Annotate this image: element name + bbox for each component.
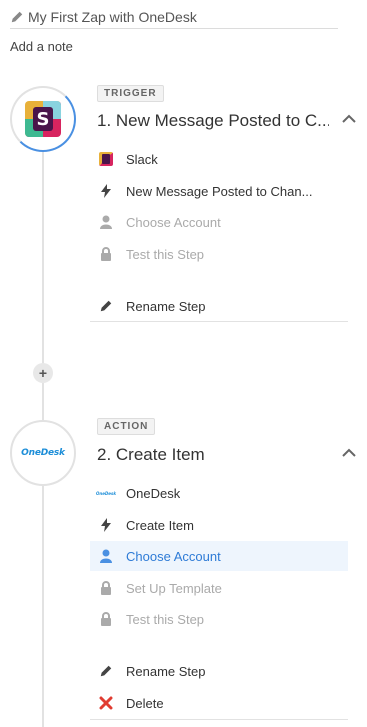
action-item-template[interactable]: Set Up Template <box>90 573 348 603</box>
divider <box>90 321 348 322</box>
trigger-step-title[interactable]: 1. New Message Posted to C... <box>97 111 329 131</box>
zap-title-field[interactable]: My First Zap with OneDesk <box>10 6 338 29</box>
action-item-account[interactable]: Choose Account <box>90 541 348 571</box>
lock-icon <box>98 580 114 596</box>
slack-icon: S <box>25 101 61 137</box>
action-app-circle[interactable]: OneDesk <box>10 420 76 486</box>
action-badge: ACTION <box>97 418 156 435</box>
action-item-test[interactable]: Test this Step <box>90 604 348 634</box>
action-delete-step[interactable]: Delete <box>90 688 348 718</box>
trigger-app-circle[interactable]: S <box>10 86 76 152</box>
zap-title: My First Zap with OneDesk <box>28 9 197 25</box>
action-rename-step[interactable]: Rename Step <box>90 656 348 686</box>
onedesk-icon: OneDesk <box>95 490 117 496</box>
pencil-icon <box>11 11 23 23</box>
lock-icon <box>98 611 114 627</box>
trigger-rename-step[interactable]: Rename Step <box>90 291 348 321</box>
trigger-item-app[interactable]: Slack <box>90 144 348 174</box>
onedesk-icon: OneDesk <box>21 448 65 458</box>
trigger-item-account[interactable]: Choose Account <box>90 207 348 237</box>
action-step-title[interactable]: 2. Create Item <box>97 445 329 465</box>
add-step-button[interactable]: + <box>33 363 53 383</box>
lock-icon <box>98 246 114 262</box>
user-icon <box>98 548 114 564</box>
pencil-icon <box>98 663 114 679</box>
trigger-item-event[interactable]: New Message Posted to Chan... <box>90 176 348 206</box>
trigger-badge: TRIGGER <box>97 85 164 102</box>
action-item-event[interactable]: Create Item <box>90 510 348 540</box>
lightning-icon <box>98 183 114 199</box>
add-note-link[interactable]: Add a note <box>10 39 73 54</box>
divider <box>90 719 348 720</box>
pencil-icon <box>98 298 114 314</box>
trigger-item-test[interactable]: Test this Step <box>90 239 348 269</box>
chevron-up-icon[interactable] <box>341 114 357 124</box>
close-icon <box>98 695 114 711</box>
chevron-up-icon[interactable] <box>341 448 357 458</box>
action-item-app[interactable]: OneDesk OneDesk <box>90 478 348 508</box>
lightning-icon <box>98 517 114 533</box>
slack-icon <box>98 151 114 167</box>
user-icon <box>98 214 114 230</box>
